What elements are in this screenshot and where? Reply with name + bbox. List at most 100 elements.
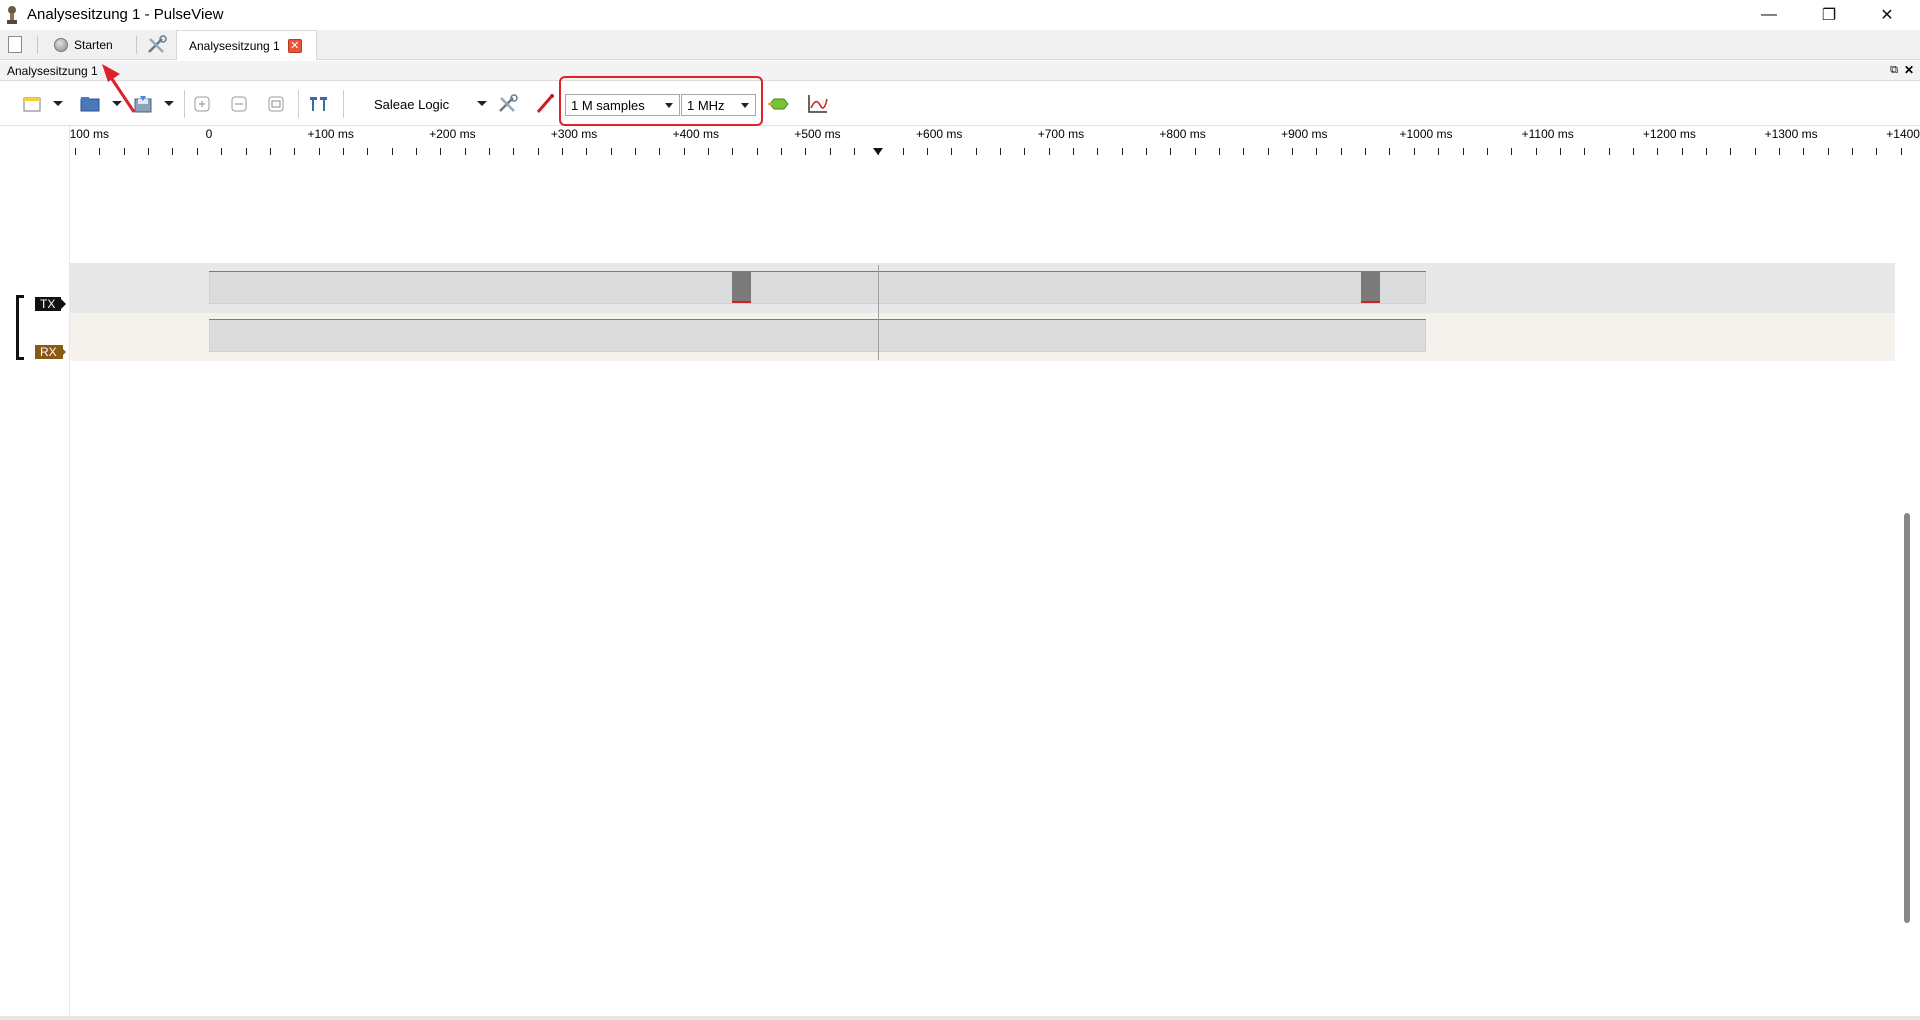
start-button[interactable]: Starten bbox=[50, 34, 117, 56]
ruler-tick bbox=[1316, 148, 1318, 155]
ruler-tick bbox=[1730, 148, 1732, 155]
ruler-tick bbox=[1705, 148, 1707, 155]
ruler-tick bbox=[1121, 148, 1123, 155]
ruler-tick bbox=[659, 148, 661, 155]
probes-button[interactable] bbox=[533, 93, 557, 115]
ruler-tick bbox=[902, 148, 904, 155]
ruler-tick bbox=[1511, 148, 1513, 155]
math-graph-icon bbox=[808, 95, 828, 113]
settings-tools-icon[interactable] bbox=[146, 35, 168, 55]
save-dropdown-icon[interactable] bbox=[164, 101, 174, 106]
ruler-tick bbox=[1024, 148, 1026, 155]
tab-analysesitzung-1[interactable]: Analysesitzung 1 ✕ bbox=[176, 30, 317, 60]
channel-label-tx[interactable]: TX bbox=[35, 297, 62, 311]
signal-rx-high-level bbox=[209, 319, 1426, 320]
zoom-out-button[interactable] bbox=[227, 93, 251, 115]
vertical-scrollbar[interactable] bbox=[1898, 158, 1920, 1020]
pulseview-app-icon bbox=[4, 5, 20, 25]
ruler-tick bbox=[610, 148, 612, 155]
signal-rx-block bbox=[209, 319, 1426, 352]
ruler-tick bbox=[1535, 148, 1537, 155]
ruler-label: -100 ms bbox=[65, 127, 109, 141]
zoom-in-icon bbox=[194, 96, 210, 112]
ruler-tick bbox=[1851, 148, 1853, 155]
channel-header-area bbox=[0, 126, 70, 1020]
ruler-tick bbox=[123, 148, 125, 155]
ruler-tick bbox=[1048, 148, 1050, 155]
separator bbox=[184, 90, 185, 118]
ruler-tick bbox=[756, 148, 758, 155]
start-button-label: Starten bbox=[74, 38, 113, 52]
dock-header: Analysesitzung 1 ⧉ ✕ bbox=[0, 61, 1920, 81]
ruler-tick bbox=[1000, 148, 1002, 155]
dock-float-icon[interactable]: ⧉ bbox=[1890, 64, 1898, 77]
ruler-tick bbox=[1243, 148, 1245, 155]
ruler-tick bbox=[1292, 148, 1294, 155]
ruler-label: +600 ms bbox=[916, 127, 963, 141]
ruler-tick bbox=[1900, 148, 1902, 155]
ruler-tick bbox=[975, 148, 977, 155]
ruler-label: +200 ms bbox=[429, 127, 476, 141]
new-session-icon[interactable] bbox=[8, 36, 22, 53]
ruler-tick bbox=[1073, 148, 1075, 155]
minimize-button[interactable]: — bbox=[1740, 0, 1798, 30]
new-view-icon bbox=[23, 97, 41, 112]
time-ruler[interactable]: -100 ms 0 +100 ms +200 ms +300 ms +400 ms +500… bbox=[66, 126, 1920, 158]
decoder-icon bbox=[768, 98, 789, 110]
decoders-button[interactable] bbox=[767, 93, 791, 115]
ruler-tick bbox=[1754, 148, 1756, 155]
ruler-tick bbox=[148, 148, 150, 155]
device-selector[interactable]: Saleae Logic bbox=[372, 93, 492, 115]
ruler-label: +800 ms bbox=[1159, 127, 1206, 141]
ruler-tick bbox=[75, 148, 77, 155]
channel-tx-tip bbox=[59, 297, 66, 311]
ruler-tick bbox=[99, 148, 101, 155]
ruler-label: +1000 ms bbox=[1399, 127, 1453, 141]
close-window-button[interactable]: ✕ bbox=[1858, 0, 1916, 30]
ruler-tick bbox=[951, 148, 953, 155]
ruler-tick bbox=[1170, 148, 1172, 155]
ruler-tick bbox=[513, 148, 515, 155]
ruler-tick bbox=[634, 148, 636, 155]
signal-tx-pulse bbox=[732, 272, 751, 303]
math-signal-button[interactable] bbox=[806, 93, 830, 115]
ruler-tick bbox=[927, 148, 929, 155]
ruler-tick bbox=[1876, 148, 1878, 155]
ruler-label: +700 ms bbox=[1037, 127, 1085, 141]
new-view-button[interactable] bbox=[20, 93, 44, 115]
configure-icon bbox=[499, 94, 518, 112]
ruler-tick bbox=[805, 148, 807, 155]
ruler-label: +1300 ms bbox=[1764, 127, 1818, 141]
ruler-tick bbox=[1657, 148, 1659, 155]
open-file-button[interactable] bbox=[78, 93, 102, 115]
ruler-tick bbox=[1584, 148, 1586, 155]
device-config-button[interactable] bbox=[496, 93, 520, 115]
ruler-tick bbox=[342, 148, 344, 155]
status-strip bbox=[0, 1016, 1920, 1020]
ruler-label: +300 ms bbox=[550, 127, 598, 141]
separator bbox=[136, 36, 137, 54]
ruler-tick bbox=[1097, 148, 1099, 155]
zoom-in-button[interactable] bbox=[190, 93, 214, 115]
new-view-dropdown-icon[interactable] bbox=[53, 101, 63, 106]
ruler-tick bbox=[1827, 148, 1829, 155]
zoom-fit-button[interactable] bbox=[264, 93, 288, 115]
ruler-tick bbox=[1413, 148, 1415, 155]
trace-view[interactable] bbox=[70, 158, 1895, 1020]
scrollbar-thumb[interactable] bbox=[1904, 513, 1910, 923]
dock-close-icon[interactable]: ✕ bbox=[1904, 63, 1914, 77]
ruler-tick bbox=[1681, 148, 1683, 155]
ruler-tick bbox=[1340, 148, 1342, 155]
restore-button[interactable]: ❐ bbox=[1800, 0, 1858, 30]
show-cursors-button[interactable] bbox=[307, 93, 331, 115]
trigger-marker-icon bbox=[873, 148, 884, 155]
ruler-tick bbox=[1462, 148, 1464, 155]
close-tab-icon[interactable]: ✕ bbox=[287, 38, 302, 53]
zoom-fit-icon bbox=[268, 96, 284, 112]
ruler-tick bbox=[1365, 148, 1367, 155]
ruler-label: +1100 ms bbox=[1521, 127, 1574, 141]
ruler-tick bbox=[415, 148, 417, 155]
annotation-highlight-box bbox=[559, 76, 763, 126]
device-dropdown-icon[interactable] bbox=[477, 101, 487, 106]
ruler-tick bbox=[1486, 148, 1488, 155]
